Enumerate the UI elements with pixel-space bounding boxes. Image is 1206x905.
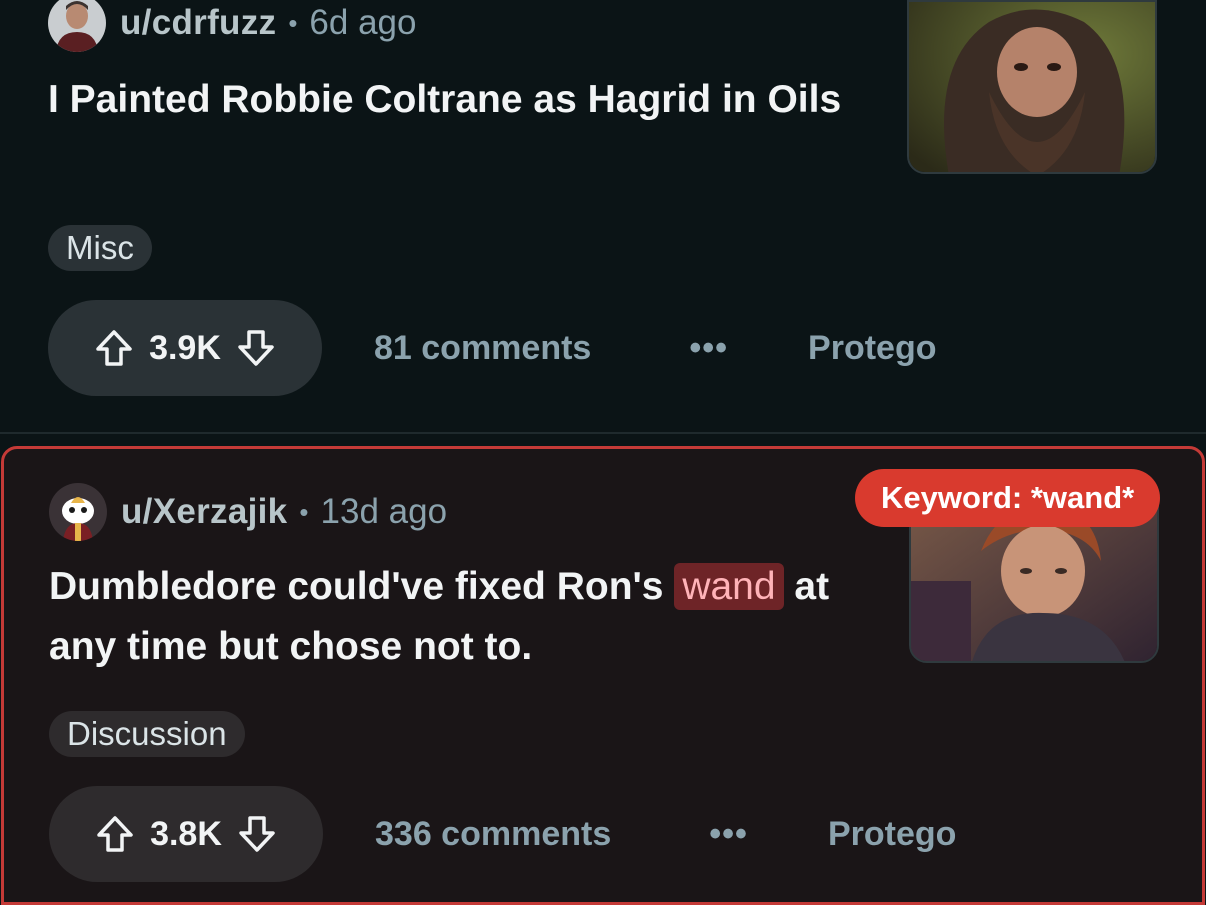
post-flair[interactable]: Discussion bbox=[49, 711, 245, 757]
post-title[interactable]: I Painted Robbie Coltrane as Hagrid in O… bbox=[48, 70, 848, 130]
post-divider bbox=[0, 432, 1206, 434]
comments-button[interactable]: 81 comments bbox=[374, 329, 591, 368]
post-author[interactable]: u/cdrfuzz bbox=[120, 3, 276, 43]
vote-control: 3.9K bbox=[48, 300, 322, 396]
vote-control: 3.8K bbox=[49, 786, 323, 882]
upvote-icon[interactable] bbox=[94, 813, 136, 855]
hagrid-portrait-thumbnail[interactable] bbox=[907, 0, 1157, 174]
user-avatar-icon[interactable] bbox=[48, 0, 106, 52]
post-title[interactable]: Dumbledore could've fixed Ron's wand at … bbox=[49, 557, 849, 677]
downvote-icon[interactable] bbox=[235, 327, 277, 369]
protego-tag[interactable]: Protego bbox=[828, 815, 956, 854]
snoo-avatar-icon[interactable] bbox=[49, 483, 107, 541]
meta-separator: • bbox=[288, 7, 298, 38]
vote-score: 3.9K bbox=[149, 328, 221, 367]
keyword-highlight: wand bbox=[674, 563, 784, 610]
highlighted-post-card[interactable]: u/Xerzajik • 13d ago Dumbledore could've… bbox=[1, 446, 1205, 905]
post-author[interactable]: u/Xerzajik bbox=[121, 492, 287, 532]
upvote-icon[interactable] bbox=[93, 327, 135, 369]
post-actions: 3.9K 81 comments ••• Protego bbox=[48, 300, 937, 396]
post-flair[interactable]: Misc bbox=[48, 225, 152, 271]
post-meta: u/cdrfuzz • 6d ago bbox=[48, 0, 416, 52]
meta-separator: • bbox=[299, 496, 309, 527]
comments-button[interactable]: 336 comments bbox=[375, 815, 611, 854]
vote-score: 3.8K bbox=[150, 814, 222, 853]
protego-tag[interactable]: Protego bbox=[808, 329, 936, 368]
post-actions: 3.8K 336 comments ••• Protego bbox=[49, 786, 956, 882]
post-meta: u/Xerzajik • 13d ago bbox=[49, 483, 447, 541]
post-card[interactable]: u/cdrfuzz • 6d ago I Painted Robbie Colt… bbox=[0, 0, 1206, 432]
more-options-button[interactable]: ••• bbox=[689, 329, 728, 368]
title-text-before: Dumbledore could've fixed Ron's bbox=[49, 565, 675, 608]
downvote-icon[interactable] bbox=[236, 813, 278, 855]
keyword-badge: Keyword: *wand* bbox=[855, 469, 1161, 527]
post-age: 13d ago bbox=[320, 492, 448, 531]
more-options-button[interactable]: ••• bbox=[709, 815, 748, 854]
post-age: 6d ago bbox=[309, 3, 417, 42]
